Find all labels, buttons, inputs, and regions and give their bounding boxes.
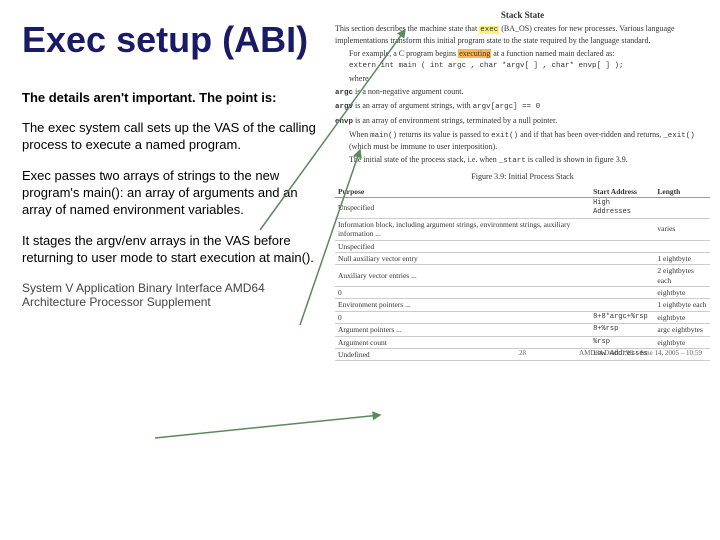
table-row: Auxiliary vector entries ...2 eightbytes… bbox=[335, 265, 710, 287]
envp-desc: envp is an array of environment strings,… bbox=[335, 116, 710, 127]
section-title: Stack State bbox=[335, 10, 710, 21]
main-declaration: extern int main ( int argc , char *argv[… bbox=[349, 62, 710, 71]
executing-highlight: executing bbox=[458, 49, 491, 58]
table-row: 0eightbyte bbox=[335, 287, 710, 299]
table-row: Argument pointers ...8+%rspargc eightbyt… bbox=[335, 324, 710, 336]
figure-caption: Figure 3.9: Initial Process Stack bbox=[335, 172, 710, 182]
table-row: 08+8*argc+%rspeightbyte bbox=[335, 311, 710, 323]
slide-title: Exec setup (ABI) bbox=[22, 20, 322, 60]
table-header: Purpose bbox=[335, 186, 590, 198]
intro-para: The details aren't important. The point … bbox=[22, 90, 322, 107]
initial-stack-table: PurposeStart AddressLength UnspecifiedHi… bbox=[335, 186, 710, 361]
para-exec-arrays: Exec passes two arrays of strings to the… bbox=[22, 168, 322, 219]
where-label: where bbox=[349, 74, 710, 84]
initial-state-desc: The initial state of the process stack, … bbox=[349, 155, 710, 166]
para-exec-vas: The exec system call sets up the VAS of … bbox=[22, 120, 322, 154]
main-return-desc: When main() returns its value is passed … bbox=[349, 130, 710, 151]
table-header: Start Address bbox=[590, 186, 654, 198]
doc-example: For example, a C program begins executin… bbox=[349, 49, 710, 59]
para-staging: It stages the argv/env arrays in the VAS… bbox=[22, 233, 322, 267]
table-row: Information block, including argument st… bbox=[335, 218, 710, 240]
table-row: UnspecifiedHigh Addresses bbox=[335, 198, 710, 219]
abi-document-excerpt: Stack State This section describes the m… bbox=[335, 10, 710, 361]
table-row: Environment pointers ...1 eightbyte each bbox=[335, 299, 710, 311]
table-header: Length bbox=[654, 186, 710, 198]
table-row: Null auxiliary vector entry1 eightbyte bbox=[335, 252, 710, 264]
draft-stamp: AMD64 Draft 0.96 – June 14, 2005 – 10:59 bbox=[579, 349, 702, 358]
source-caption: System V Application Binary Interface AM… bbox=[22, 281, 322, 310]
exec-highlight: exec bbox=[479, 26, 499, 34]
doc-footer: 28 AMD64 Draft 0.96 – June 14, 2005 – 10… bbox=[335, 349, 710, 358]
argc-desc: argc is a non-negative argument count. bbox=[335, 87, 710, 98]
doc-intro: This section describes the machine state… bbox=[335, 24, 710, 45]
argv-desc: argv is an array of argument strings, wi… bbox=[335, 101, 710, 112]
left-column: Exec setup (ABI) The details aren't impo… bbox=[22, 20, 322, 310]
table-row: Unspecified bbox=[335, 240, 710, 252]
table-row: Argument count%rspeightbyte bbox=[335, 336, 710, 348]
